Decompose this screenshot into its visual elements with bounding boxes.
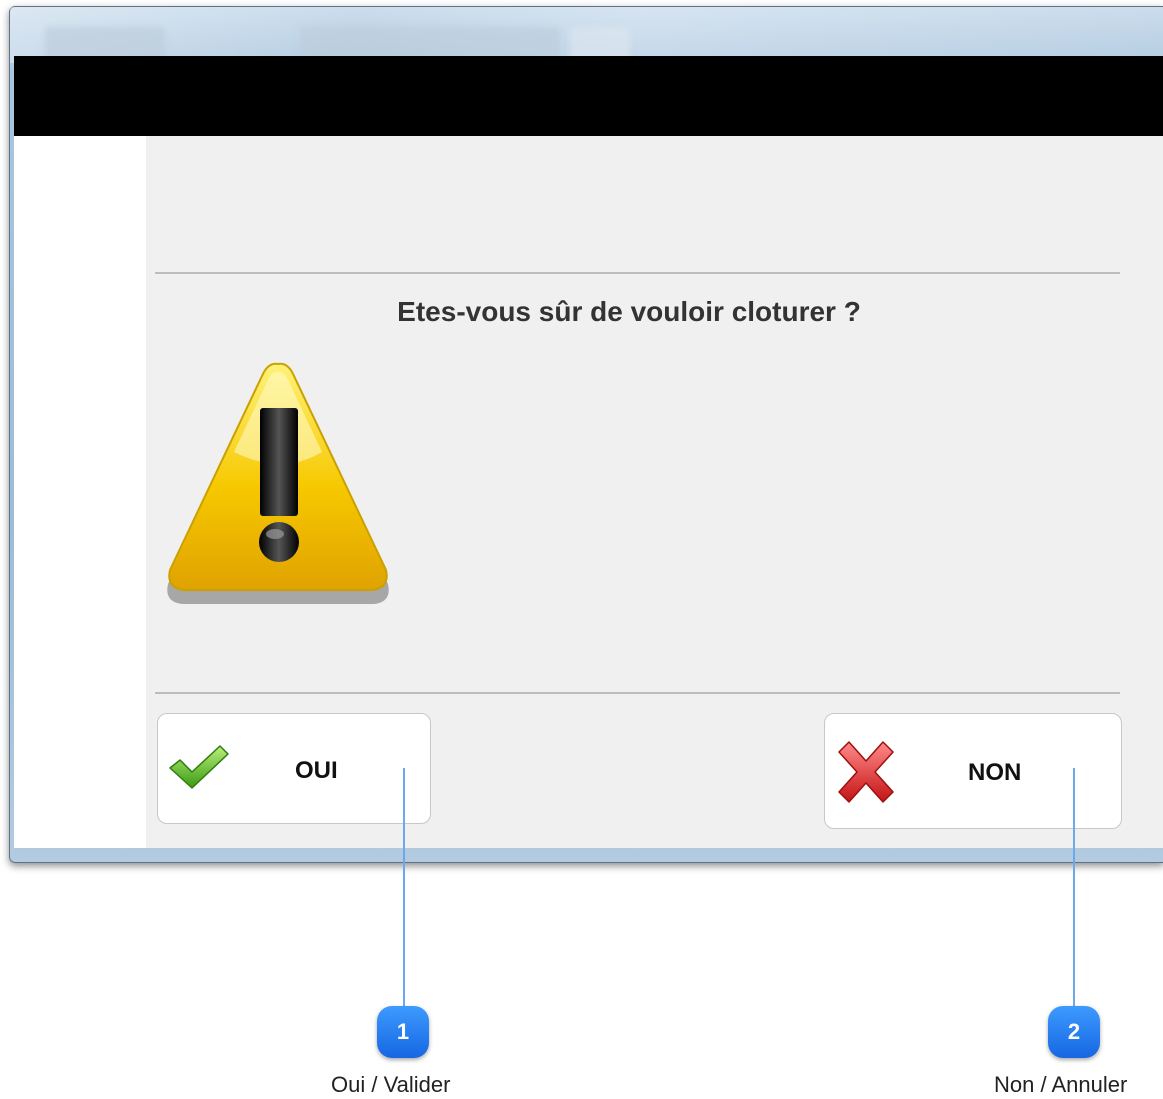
cross-icon: [838, 741, 894, 803]
callout-label: Non / Annuler: [994, 1072, 1128, 1097]
callout-connector: [1073, 768, 1075, 1020]
non-button-label: NON: [968, 759, 1022, 786]
oui-button[interactable]: OUI: [157, 713, 431, 824]
dialog-client-area: Etes-vous sûr de vouloir cloturer ? OUI …: [14, 56, 1163, 848]
left-margin-strip: [14, 136, 146, 848]
callout-badge: 1: [377, 1006, 429, 1058]
dialog-title-bar: [14, 56, 1163, 136]
callout-connector: [403, 768, 405, 1020]
callout-badge: 2: [1048, 1006, 1100, 1058]
checkmark-icon: [169, 745, 229, 789]
bottom-divider: [155, 692, 1120, 694]
warning-icon: [167, 362, 389, 604]
oui-button-label: OUI: [295, 757, 338, 784]
non-button[interactable]: NON: [824, 713, 1122, 829]
callout-label: Oui / Valider: [331, 1072, 451, 1097]
top-divider: [155, 272, 1120, 274]
confirmation-question: Etes-vous sûr de vouloir cloturer ?: [397, 296, 861, 327]
